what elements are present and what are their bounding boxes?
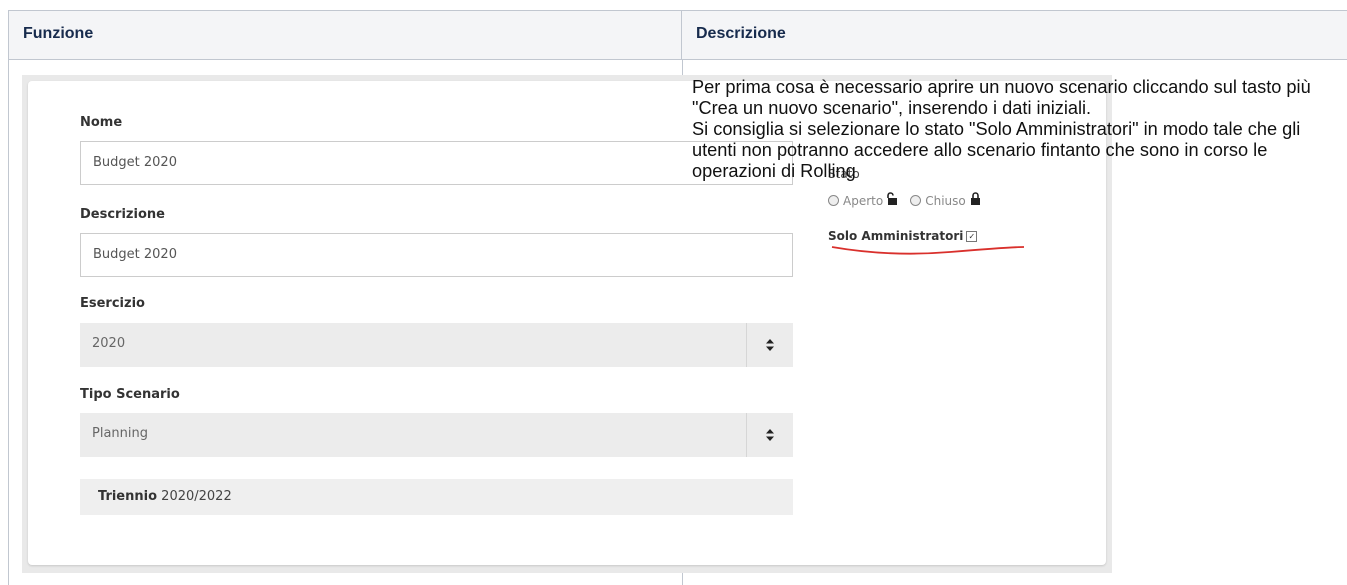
radio-chiuso-label: Chiuso — [925, 193, 966, 208]
description-para-2: Si consiglia si selezionare lo stato "So… — [692, 119, 1301, 181]
header-funzione: Funzione — [8, 10, 682, 60]
radio-chiuso[interactable] — [910, 195, 922, 206]
sort-arrows-icon[interactable] — [746, 413, 793, 457]
descrizione-input[interactable]: Budget 2020 — [80, 233, 793, 277]
table-left-border — [8, 60, 9, 585]
stato-radio-group: Aperto Chiuso — [828, 192, 981, 209]
solo-amministratori-option[interactable]: Solo Amministratori ✓ — [828, 229, 978, 243]
red-underline-annotation — [831, 246, 1025, 255]
radio-aperto-label: Aperto — [843, 193, 884, 208]
lock-icon — [970, 192, 981, 209]
description-text: Per prima cosa è necessario aprire un nu… — [692, 77, 1342, 182]
tipo-scenario-select[interactable]: Planning — [80, 413, 793, 457]
radio-aperto[interactable] — [828, 195, 839, 206]
descrizione-label: Descrizione — [80, 207, 165, 222]
triennio-display: Triennio 2020/2022 — [80, 479, 793, 515]
triennio-value: 2020/2022 — [161, 489, 232, 504]
esercizio-value: 2020 — [92, 336, 126, 351]
sort-arrows-icon[interactable] — [746, 323, 793, 367]
header-funzione-label: Funzione — [23, 25, 94, 42]
nome-label: Nome — [80, 115, 123, 130]
description-para-1: Per prima cosa è necessario aprire un nu… — [692, 77, 1311, 118]
triennio-label: Triennio — [98, 489, 158, 504]
unlock-icon — [887, 192, 898, 209]
tipo-scenario-value: Planning — [92, 426, 148, 441]
header-descrizione: Descrizione — [682, 10, 1347, 60]
tipo-scenario-label: Tipo Scenario — [80, 387, 180, 402]
checkbox-icon[interactable]: ✓ — [966, 230, 978, 242]
nome-input[interactable]: Budget 2020 — [80, 141, 793, 185]
solo-amministratori-label: Solo Amministratori — [828, 229, 964, 243]
esercizio-select[interactable]: 2020 — [80, 323, 793, 367]
header-descrizione-label: Descrizione — [696, 25, 786, 42]
esercizio-label: Esercizio — [80, 296, 145, 311]
